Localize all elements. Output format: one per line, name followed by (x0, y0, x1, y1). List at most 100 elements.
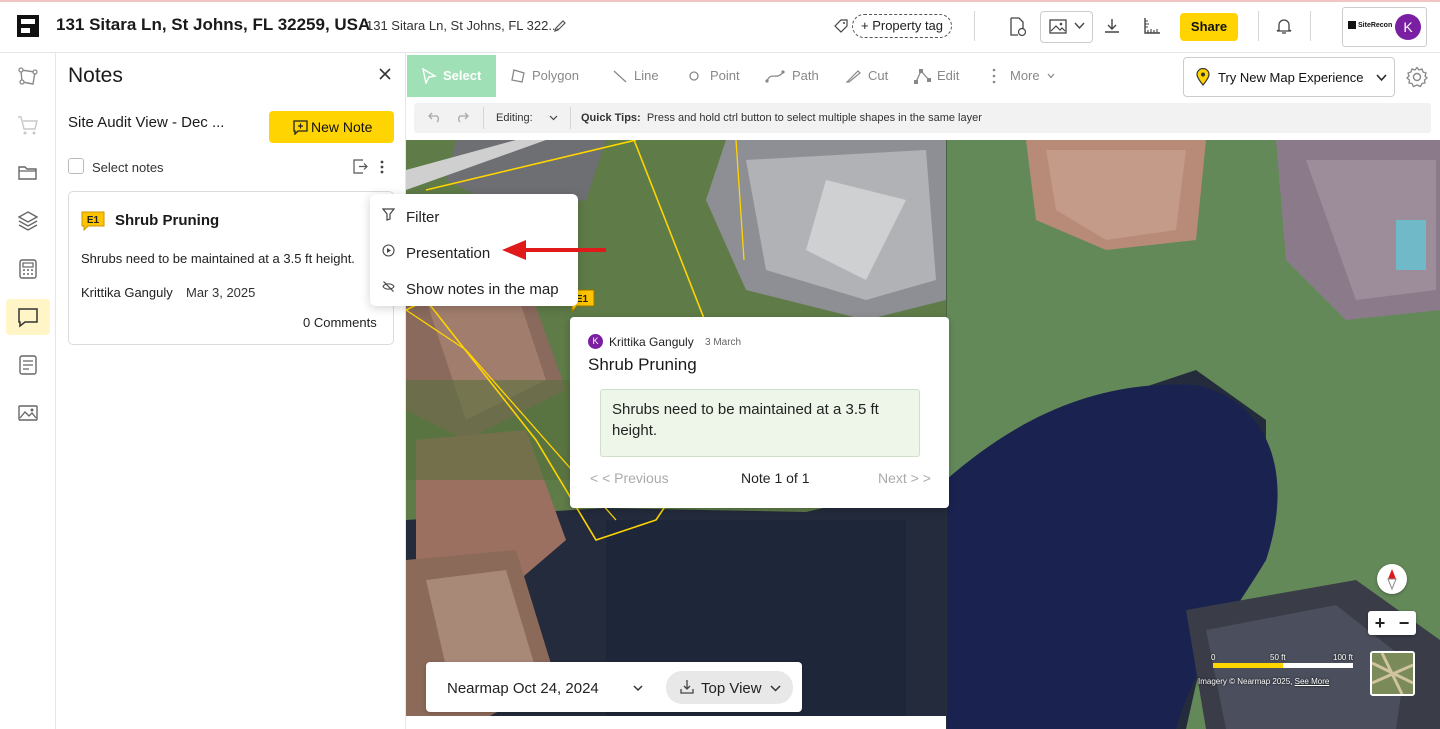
notes-panel (56, 53, 406, 729)
menu-item-label: Filter (406, 209, 440, 226)
editing-label[interactable]: Editing: (496, 112, 533, 124)
left-rail (0, 53, 56, 729)
tool-label: Polygon (532, 68, 579, 83)
pencil-icon[interactable] (553, 19, 567, 33)
header-divider (1310, 11, 1311, 41)
measure-icon[interactable] (1143, 17, 1161, 35)
menu-item-show-notes[interactable]: Show notes in the map (370, 269, 578, 305)
presentation-icon (382, 244, 395, 257)
annotation-arrow-icon (500, 237, 608, 263)
header-divider (974, 11, 975, 41)
app-logo-icon[interactable] (16, 14, 40, 38)
properties-icon[interactable] (16, 65, 40, 89)
notes-icon[interactable] (16, 305, 40, 329)
quick-tips: Quick Tips: Press and hold ctrl button t… (581, 112, 982, 124)
point-icon (688, 68, 704, 84)
document-add-icon[interactable] (1009, 17, 1027, 37)
tool-label: Cut (868, 68, 889, 83)
zoom-out-button[interactable]: − (1392, 611, 1416, 635)
kebab-menu-icon[interactable] (376, 159, 388, 175)
next-note-button[interactable]: Next > > (878, 470, 931, 486)
scale-label: 0 (1211, 653, 1216, 662)
attribution-text: Imagery © Nearmap 2025, (1198, 677, 1293, 686)
bell-icon[interactable] (1276, 17, 1292, 35)
note-author: Krittika Ganguly (81, 285, 173, 300)
scale-label: 100 ft (1333, 653, 1354, 662)
view-name: Site Audit View - Dec ... (68, 114, 225, 131)
property-address: 131 Sitara Ln, St Johns, FL 322... (366, 18, 560, 33)
menu-item-label: Show notes in the map (406, 281, 559, 298)
chevron-down-icon (1376, 74, 1387, 82)
compass-icon[interactable] (1377, 564, 1407, 594)
tool-label: Path (792, 68, 819, 83)
note-badge-label: E1 (87, 215, 100, 226)
popup-title: Shrub Pruning (588, 355, 697, 374)
page-title: 131 Sitara Ln, St Johns, FL 32259, USA (56, 15, 371, 34)
note-counter: Note 1 of 1 (741, 470, 810, 486)
note-date: Mar 3, 2025 (186, 285, 256, 300)
filter-icon (382, 208, 395, 221)
imagery-date-select[interactable]: Nearmap Oct 24, 2024 (447, 680, 599, 697)
layers-icon[interactable] (16, 209, 40, 233)
select-notes-label: Select notes (92, 160, 164, 175)
quick-tips-text: Press and hold ctrl button to select mul… (646, 112, 982, 124)
note-marker-badge: E1 (81, 211, 105, 231)
avatar: K (588, 334, 603, 349)
cursor-icon (421, 68, 437, 84)
toolbar-divider (483, 107, 484, 129)
quick-tips-label: Quick Tips: (581, 112, 641, 124)
zoom-in-button[interactable]: + (1368, 611, 1392, 635)
panel-title: Notes (68, 64, 123, 87)
export-icon[interactable] (353, 159, 368, 174)
previous-note-button[interactable]: < < Previous (590, 470, 669, 486)
redo-icon[interactable] (455, 111, 469, 123)
report-icon[interactable] (16, 353, 40, 377)
menu-item-filter[interactable]: Filter (370, 197, 578, 233)
polygon-icon (510, 68, 526, 84)
property-tag-button[interactable]: + Property tag (852, 14, 953, 38)
scale-label: 50 ft (1270, 653, 1286, 662)
note-title: Shrub Pruning (115, 212, 220, 229)
map-pin-icon (1196, 68, 1210, 86)
chevron-down-icon[interactable] (549, 115, 558, 121)
image-icon (1049, 19, 1067, 34)
menu-item-label: Presentation (406, 245, 491, 262)
chevron-down-icon[interactable] (632, 682, 644, 694)
chevron-down-icon (1047, 73, 1055, 79)
close-icon[interactable] (377, 66, 393, 82)
tool-label: Edit (937, 68, 960, 83)
select-notes-checkbox[interactable] (68, 158, 84, 174)
folder-icon[interactable] (16, 161, 40, 185)
basemap-toggle[interactable] (1370, 651, 1415, 696)
chevron-down-icon (770, 683, 781, 694)
cut-icon (845, 68, 861, 84)
brand-name: SiteRecon (1358, 22, 1393, 29)
gear-icon[interactable] (1406, 66, 1428, 88)
share-button[interactable]: Share (1180, 13, 1238, 41)
avatar[interactable]: K (1395, 14, 1421, 40)
edit-vertex-icon (913, 68, 931, 84)
see-more-link[interactable]: See More (1295, 677, 1330, 686)
note-body: Shrubs need to be maintained at a 3.5 ft… (81, 251, 355, 266)
download-icon[interactable] (1103, 17, 1121, 35)
cart-icon[interactable] (16, 113, 40, 137)
line-icon (612, 68, 628, 84)
tool-label: Point (710, 68, 740, 83)
chevron-down-icon (1074, 22, 1085, 30)
eye-off-icon (382, 280, 395, 293)
try-map-label: Try New Map Experience (1218, 70, 1364, 85)
more-vertical-icon (988, 68, 1004, 84)
gallery-icon[interactable] (16, 401, 40, 425)
note-comments-link[interactable]: 0 Comments (303, 315, 377, 330)
download-tray-icon (679, 679, 695, 695)
undo-icon[interactable] (428, 111, 442, 123)
tool-label: More (1010, 68, 1040, 83)
calculator-icon[interactable] (16, 257, 40, 281)
try-new-map-select[interactable]: Try New Map Experience (1183, 57, 1395, 97)
popup-date: 3 March (705, 337, 742, 348)
toolbar-divider (570, 107, 571, 129)
tag-icon (834, 19, 848, 33)
new-note-button[interactable]: New Note (269, 111, 394, 143)
popup-body: Shrubs need to be maintained at a 3.5 ft… (612, 401, 879, 439)
imagery-attribution: Imagery © Nearmap 2025, See More (1198, 677, 1329, 686)
